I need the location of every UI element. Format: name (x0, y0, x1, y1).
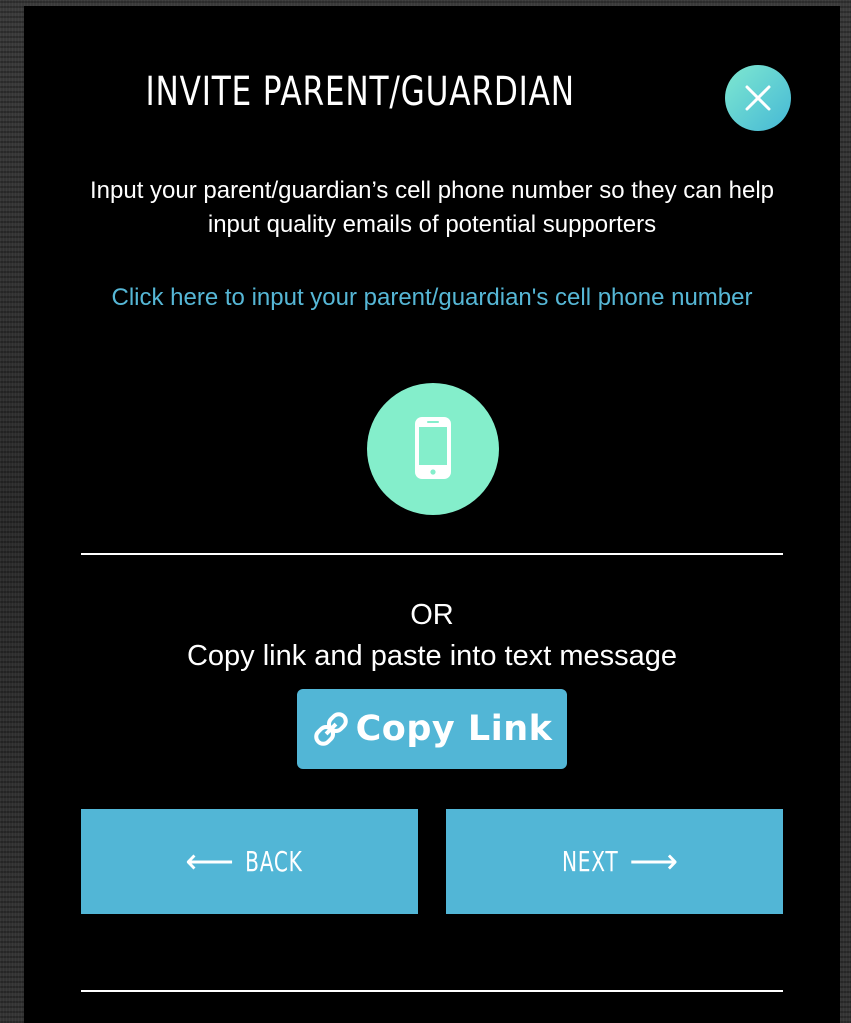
copy-link-button[interactable]: Copy Link (297, 689, 567, 769)
copy-instruction-text: Copy link and paste into text message (186, 640, 678, 672)
bottom-divider (81, 990, 783, 992)
next-label: NEXT (561, 845, 619, 878)
intro-text: Input your parent/guardian’s cell phone … (89, 177, 774, 238)
copy-link-label: Copy Link (355, 709, 553, 749)
back-label: BACK (245, 845, 303, 878)
next-button[interactable]: NEXT ⟶ (446, 809, 783, 914)
back-button[interactable]: ⟵ BACK (81, 809, 418, 914)
input-phone-link[interactable]: Click here to input your parent/guardian… (84, 281, 780, 315)
or-separator-text: OR (410, 599, 454, 631)
phone-input-button[interactable] (367, 383, 499, 515)
arrow-left-icon: ⟵ (185, 842, 234, 881)
smartphone-icon (415, 417, 451, 479)
invite-parent-modal: INVITE PARENT/GUARDIAN Input your parent… (24, 6, 840, 1023)
arrow-right-icon: ⟶ (629, 842, 679, 881)
modal-title: INVITE PARENT/GUARDIAN (145, 69, 575, 115)
close-icon (745, 85, 771, 111)
close-button[interactable] (725, 65, 791, 131)
link-icon (313, 712, 348, 746)
section-divider (81, 553, 783, 555)
